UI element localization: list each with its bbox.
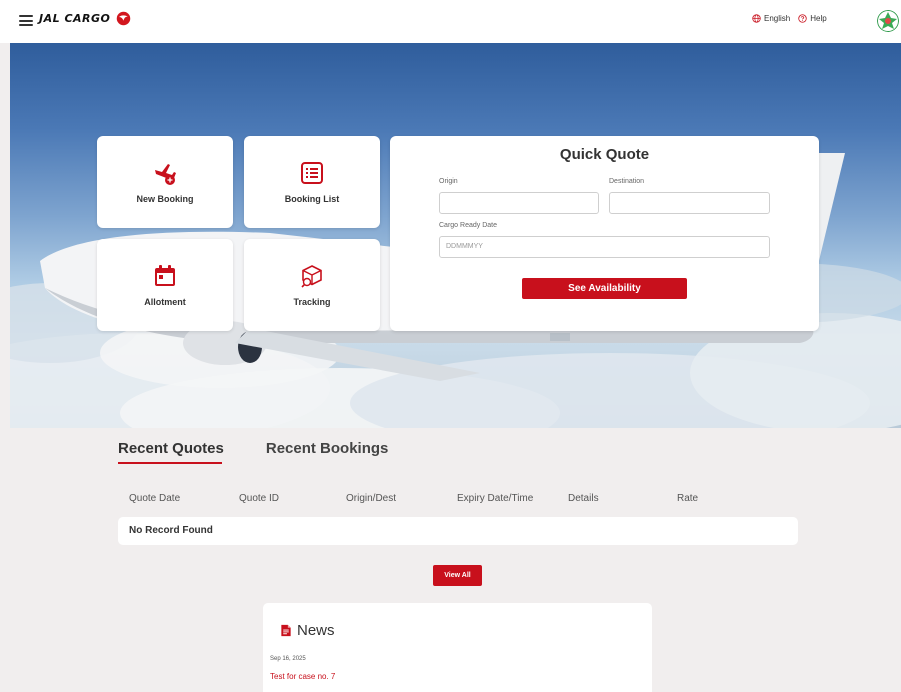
tab-recent-quotes[interactable]: Recent Quotes	[118, 440, 224, 464]
news-headline-link[interactable]: Test for case no. 7	[270, 672, 335, 681]
user-avatar[interactable]	[877, 10, 899, 32]
news-heading: News	[280, 622, 335, 639]
airplane-booking-icon	[155, 164, 176, 185]
tracking-label: Tracking	[293, 297, 331, 307]
quick-quote-card: Quick Quote Origin Destination Cargo Rea…	[390, 136, 819, 331]
new-booking-label: New Booking	[136, 194, 194, 204]
origin-input[interactable]	[439, 192, 599, 214]
booking-list-tile[interactable]: Booking List	[244, 136, 380, 228]
new-booking-tile[interactable]: New Booking	[97, 136, 233, 228]
brand-logo[interactable]: JAL CARGO	[39, 11, 131, 26]
col-origin-dest: Origin/Dest	[346, 493, 397, 504]
crane-logo-icon	[117, 11, 131, 26]
col-quote-id: Quote ID	[239, 493, 280, 504]
menu-icon[interactable]	[19, 15, 33, 26]
col-details: Details	[568, 493, 599, 504]
col-rate: Rate	[677, 493, 699, 504]
empty-table-row: No Record Found	[118, 517, 798, 545]
allotment-label: Allotment	[144, 297, 186, 307]
globe-icon	[752, 14, 761, 23]
cargo-ready-date-label: Cargo Ready Date	[439, 222, 497, 229]
booking-list-label: Booking List	[284, 194, 340, 204]
help-link[interactable]: Help	[798, 14, 827, 23]
language-selector[interactable]: English	[752, 14, 790, 23]
top-header: JAL CARGO English Help	[0, 0, 901, 43]
news-title: News	[297, 622, 335, 639]
col-quote-date: Quote Date	[129, 493, 181, 504]
brand-name: JAL CARGO	[39, 12, 111, 25]
quick-quote-title: Quick Quote	[559, 146, 650, 163]
recent-tabs: Recent Quotes Recent Bookings	[118, 440, 389, 464]
help-label: Help	[810, 14, 827, 23]
tab-recent-bookings[interactable]: Recent Bookings	[266, 440, 389, 463]
destination-input[interactable]	[609, 192, 770, 214]
language-label: English	[764, 14, 791, 23]
document-icon	[281, 624, 291, 637]
package-tracking-icon	[301, 265, 322, 288]
news-card: News Sep 16, 2025 Test for case no. 7	[263, 603, 652, 692]
cargo-ready-date-input[interactable]: DDMMMYY	[439, 236, 770, 258]
tracking-tile[interactable]: Tracking	[244, 239, 380, 331]
news-date: Sep 16, 2025	[270, 656, 306, 662]
avatar-icon	[877, 10, 899, 32]
hero-banner: New Booking Booking List Allotment Track…	[10, 43, 901, 428]
col-expiry: Expiry Date/Time	[457, 493, 534, 504]
origin-label: Origin	[439, 178, 458, 185]
list-icon	[301, 162, 323, 184]
help-icon	[798, 14, 807, 23]
calendar-icon	[155, 265, 175, 286]
allotment-tile[interactable]: Allotment	[97, 239, 233, 331]
header-links: English Help	[752, 14, 827, 23]
destination-label: Destination	[609, 178, 645, 185]
see-availability-button[interactable]: See Availability	[522, 278, 687, 299]
view-all-button[interactable]: View All	[433, 565, 482, 586]
